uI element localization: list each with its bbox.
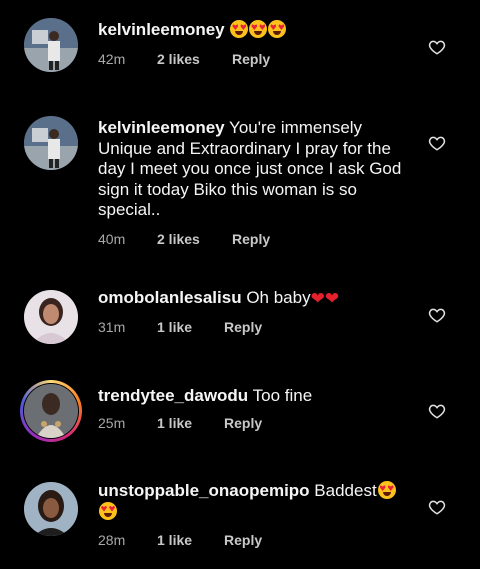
- comment-username[interactable]: trendytee_dawodu: [98, 386, 248, 405]
- comment-body: Baddest: [314, 481, 377, 500]
- comment-text: kelvinleemoney: [98, 20, 408, 41]
- like-button[interactable]: [428, 306, 446, 324]
- comment-username[interactable]: kelvinleemoney: [98, 20, 225, 39]
- likes-count[interactable]: 2 likes: [157, 231, 232, 247]
- comment-meta: 31m 1 like Reply: [98, 319, 262, 335]
- reply-button[interactable]: Reply: [232, 51, 270, 67]
- heart-outline-icon: [428, 136, 446, 151]
- avatar[interactable]: [24, 116, 78, 170]
- red-heart-emoji: ❤: [324, 289, 340, 308]
- heart-eyes-emoji: [230, 20, 249, 38]
- likes-count[interactable]: 1 like: [157, 415, 224, 431]
- comment-time: 28m: [98, 532, 126, 548]
- avatar: [24, 384, 78, 438]
- red-heart-emoji: ❤: [310, 289, 325, 308]
- like-button[interactable]: [428, 38, 446, 56]
- comment-body: Too fine: [252, 386, 313, 405]
- avatar[interactable]: [24, 482, 78, 536]
- heart-outline-icon: [428, 404, 446, 419]
- likes-count[interactable]: 1 like: [157, 532, 224, 548]
- heart-outline-icon: [428, 40, 446, 55]
- like-button[interactable]: [428, 498, 446, 516]
- comment-text: kelvinleemoney You're immensely Unique a…: [98, 118, 408, 221]
- reply-button[interactable]: Reply: [224, 532, 262, 548]
- reply-button[interactable]: Reply: [224, 415, 262, 431]
- story-ring[interactable]: [20, 380, 82, 442]
- avatar[interactable]: [24, 290, 78, 344]
- comment-time: 40m: [98, 231, 126, 247]
- comment-time: 25m: [98, 415, 126, 431]
- heart-outline-icon: [428, 308, 446, 323]
- comment-text: unstoppable_onaopemipo Baddest: [98, 481, 408, 522]
- comment-body: Oh baby: [246, 288, 311, 307]
- likes-count[interactable]: 2 likes: [157, 51, 232, 67]
- likes-count[interactable]: 1 like: [157, 319, 224, 335]
- reply-button[interactable]: Reply: [232, 231, 270, 247]
- comment-text: omobolanlesalisu Oh baby❤❤: [98, 288, 428, 310]
- reply-button[interactable]: Reply: [224, 319, 262, 335]
- comment-username[interactable]: kelvinleemoney: [98, 118, 225, 137]
- comment-meta: 28m 1 like Reply: [98, 532, 262, 548]
- like-button[interactable]: [428, 134, 446, 152]
- heart-eyes-emoji: [249, 20, 268, 38]
- comment-username[interactable]: unstoppable_onaopemipo: [98, 481, 310, 500]
- comment-time: 31m: [98, 319, 126, 335]
- heart-eyes-emoji: [268, 20, 287, 38]
- comment-meta: 40m 2 likes Reply: [98, 231, 270, 247]
- comment-username[interactable]: omobolanlesalisu: [98, 288, 242, 307]
- heart-eyes-emoji: [99, 501, 117, 520]
- comment-meta: 42m 2 likes Reply: [98, 51, 270, 67]
- like-button[interactable]: [428, 402, 446, 420]
- comment-text: trendytee_dawodu Too fine: [98, 386, 408, 407]
- avatar[interactable]: [24, 18, 78, 72]
- comment-meta: 25m 1 like Reply: [98, 415, 262, 431]
- heart-outline-icon: [428, 500, 446, 515]
- comment-time: 42m: [98, 51, 126, 67]
- heart-eyes-emoji: [377, 481, 396, 499]
